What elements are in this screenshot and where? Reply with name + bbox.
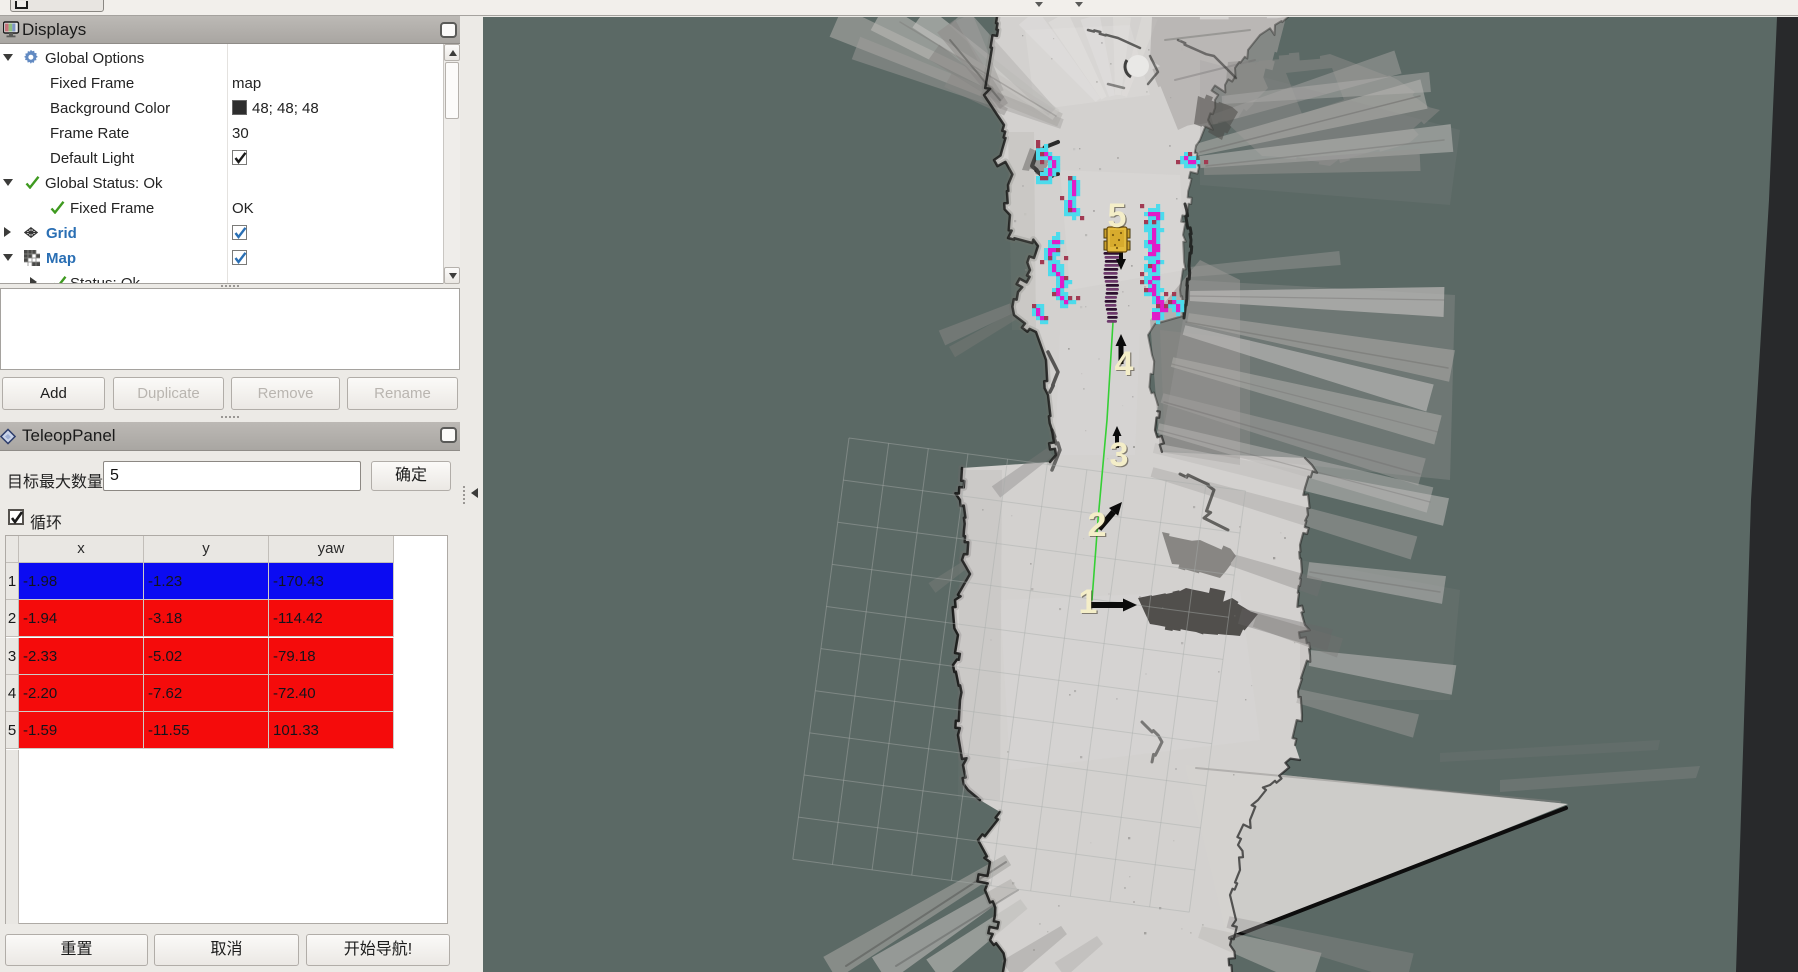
svg-text:5: 5 bbox=[1108, 197, 1127, 235]
svg-text:2: 2 bbox=[1088, 506, 1107, 544]
svg-text:1: 1 bbox=[1079, 583, 1098, 621]
svg-text:3: 3 bbox=[1110, 436, 1129, 474]
svg-text:4: 4 bbox=[1115, 345, 1134, 383]
